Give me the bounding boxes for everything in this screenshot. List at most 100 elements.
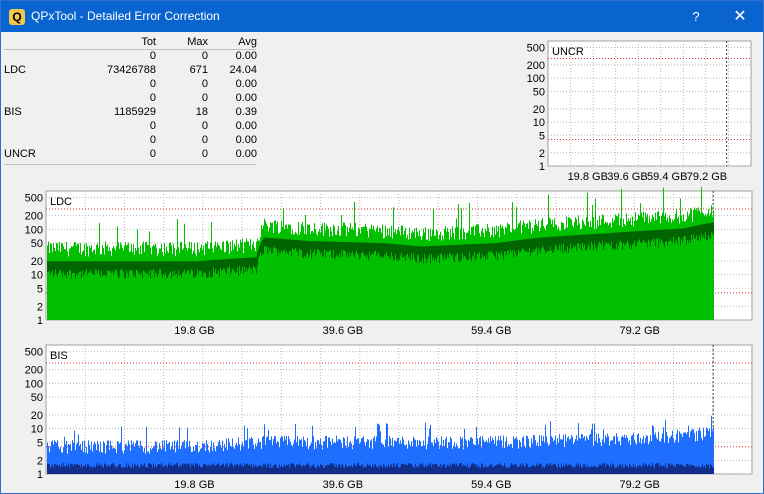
y-tick-label: 1 <box>37 469 43 481</box>
stats-divider <box>4 49 256 50</box>
stats-table: Tot Max Avg 0 0 0.00 LDC 73426788 671 24.04 0… <box>4 35 257 161</box>
y-tick-label: 1 <box>37 315 43 327</box>
x-tick-label: 39.6 GB <box>323 479 363 491</box>
y-tick-label: 5 <box>37 283 43 295</box>
stats-cell: BIS <box>4 106 22 118</box>
stats-row: 0 0 0.00 <box>4 49 257 63</box>
x-tick-label: 19.8 GB <box>174 325 214 337</box>
stats-row: UNCR 0 0 0.00 <box>4 147 257 161</box>
x-tick-label: 59.4 GB <box>471 479 511 491</box>
stats-cell: 0.00 <box>235 92 257 104</box>
y-tick-label: 50 <box>31 392 43 404</box>
stats-cell: 0.00 <box>235 120 257 132</box>
stats-cell: 24.04 <box>229 64 257 76</box>
stats-row: LDC 73426788 671 24.04 <box>4 63 257 77</box>
help-button[interactable]: ? <box>676 1 716 32</box>
x-tick-label: 59.4 GB <box>647 171 687 183</box>
stats-cell <box>4 77 64 91</box>
stats-cell: 0.00 <box>235 148 257 160</box>
y-tick-label: 10 <box>31 270 43 282</box>
y-tick-label: 5 <box>37 437 43 449</box>
stats-cell: 0 <box>149 134 156 146</box>
stats-cell: 0.00 <box>235 50 257 62</box>
stats-row: 0 0 0.00 <box>4 77 257 91</box>
y-tick-label: 10 <box>31 424 43 436</box>
stats-cell <box>4 119 64 133</box>
stats-row: BIS 1185929 18 0.39 <box>4 105 257 119</box>
y-tick-label: 50 <box>533 86 545 98</box>
y-tick-label: 5 <box>539 130 545 142</box>
stats-header-row: Tot Max Avg <box>4 35 257 49</box>
stats-cell: 73426788 <box>107 64 156 76</box>
stats-cell: 0.39 <box>235 106 257 118</box>
x-tick-label: 79.2 GB <box>620 479 660 491</box>
x-tick-label: 79.2 GB <box>687 171 727 183</box>
stats-cell: LDC <box>4 64 27 76</box>
window-title: QPxTool - Detailed Error Correction <box>31 9 220 23</box>
stats-row: 0 0 0.00 <box>4 91 257 105</box>
y-tick-label: 100 <box>25 224 43 236</box>
title-bar: Q QPxTool - Detailed Error Correction ? … <box>1 1 763 32</box>
stats-cell <box>4 133 64 147</box>
stats-row: 0 0 0.00 <box>4 133 257 147</box>
y-tick-label: 20 <box>31 410 43 422</box>
y-tick-label: 500 <box>25 193 43 205</box>
x-tick-label: 39.6 GB <box>607 171 647 183</box>
stats-header-tot: Tot <box>141 36 156 48</box>
stats-cell: 0 <box>149 50 156 62</box>
stats-header-avg: Avg <box>238 36 257 48</box>
stats-cell: 0 <box>201 78 208 90</box>
x-tick-label: 39.6 GB <box>323 325 363 337</box>
y-tick-label: 50 <box>31 238 43 250</box>
y-tick-label: 200 <box>25 365 43 377</box>
y-tick-label: 100 <box>25 378 43 390</box>
plot-area <box>547 40 752 167</box>
stats-cell: 0 <box>149 92 156 104</box>
stats-cell: 0 <box>201 92 208 104</box>
chart-title: LDC <box>50 196 72 208</box>
stats-cell: 0 <box>149 78 156 90</box>
y-tick-label: 200 <box>25 211 43 223</box>
y-tick-label: 500 <box>527 42 545 54</box>
uncr-chart: 500 20010050 20105 21 19.8 GB 39.6 GB 59.4 GB 7… <box>527 40 752 183</box>
bis-chart: 500 200100 50 20 105 2 1 19.8 GB 39.6 GB 59.4 GB 7… <box>25 344 753 491</box>
y-tick-label: 2 <box>37 301 43 313</box>
y-tick-label: 20 <box>31 256 43 268</box>
y-tick-label: 100 <box>527 73 545 85</box>
app-icon: Q <box>9 9 25 25</box>
x-tick-label: 59.4 GB <box>471 325 511 337</box>
stats-cell: 671 <box>189 64 208 76</box>
stats-cell: 0 <box>149 120 156 132</box>
stats-cell: 0.00 <box>235 134 257 146</box>
stats-cell: 1185929 <box>113 106 156 118</box>
stats-header-max: Max <box>187 36 208 48</box>
close-button[interactable]: ✕ <box>717 1 763 32</box>
stats-cell: 18 <box>195 106 208 118</box>
x-tick-label: 19.8 GB <box>174 479 214 491</box>
y-tick-label: 500 <box>25 347 43 359</box>
y-tick-label: 2 <box>539 148 545 160</box>
stats-divider <box>4 164 256 165</box>
chart-title: BIS <box>50 350 68 362</box>
y-tick-label: 1 <box>539 161 545 173</box>
stats-row: 0 0 0.00 <box>4 119 257 133</box>
y-tick-label: 200 <box>527 60 545 72</box>
y-tick-label: 20 <box>533 104 545 116</box>
y-tick-label: 2 <box>37 455 43 467</box>
y-tick-label: 10 <box>533 117 545 129</box>
stats-header-label <box>4 35 64 49</box>
stats-cell: 0 <box>201 120 208 132</box>
stats-cell <box>4 91 64 105</box>
stats-cell: UNCR <box>4 148 36 160</box>
window: Q QPxTool - Detailed Error Correction ? … <box>0 0 764 494</box>
x-tick-label: 19.8 GB <box>568 171 608 183</box>
stats-cell: 0 <box>201 148 208 160</box>
chart-title: UNCR <box>552 46 584 58</box>
stats-cell: 0 <box>201 50 208 62</box>
ldc-chart: 500 200100 50 20 105 2 1 19.8 GB 39.6 GB 59.4 GB 7… <box>25 187 753 337</box>
stats-cell <box>4 49 64 63</box>
stats-cell: 0.00 <box>235 78 257 90</box>
stats-cell: 0 <box>201 134 208 146</box>
stats-cell: 0 <box>149 148 156 160</box>
x-tick-label: 79.2 GB <box>620 325 660 337</box>
